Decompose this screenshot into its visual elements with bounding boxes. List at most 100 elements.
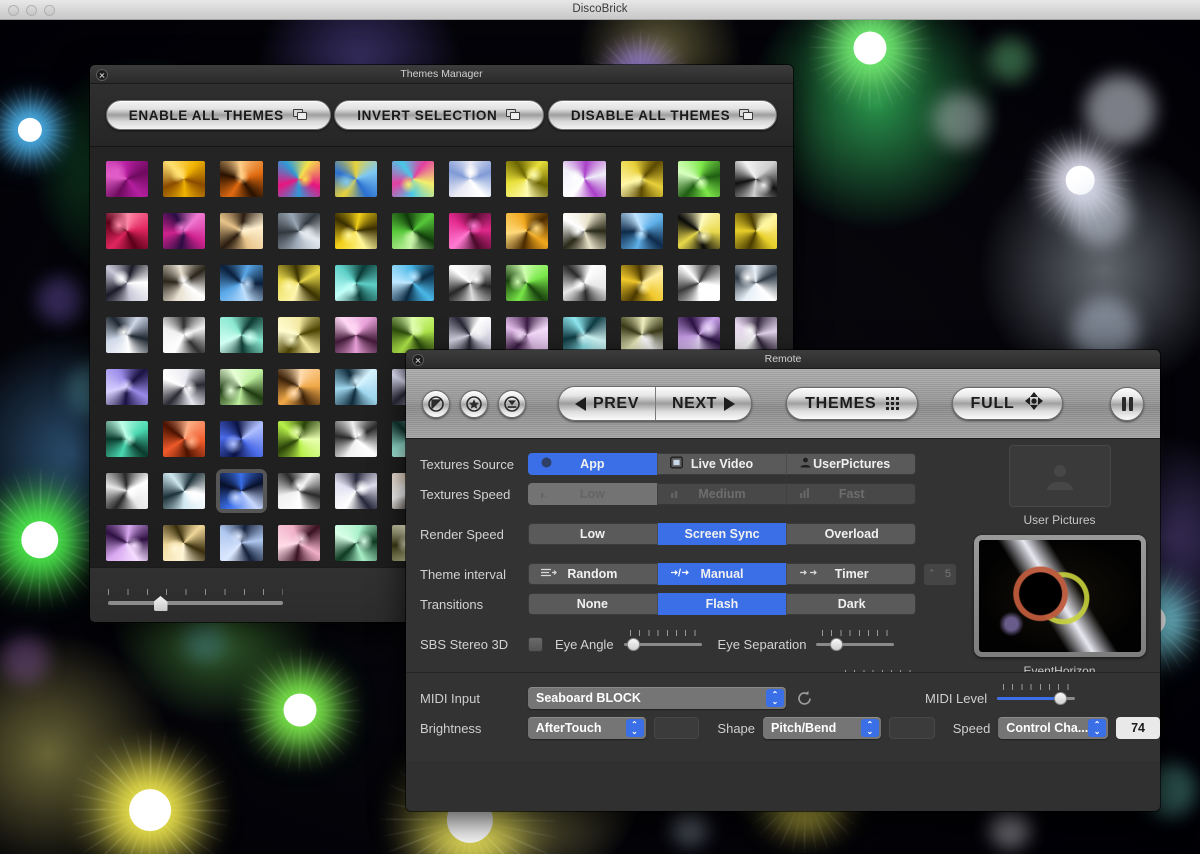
theme-thumbnail-cell[interactable] [102, 313, 152, 357]
theme-thumbnail-cell[interactable] [331, 261, 381, 305]
theme-thumbnail-cell[interactable] [159, 261, 209, 305]
theme-thumbnail-cell[interactable] [274, 313, 324, 357]
theme-thumbnail-cell[interactable] [674, 209, 724, 253]
theme-thumbnail-cell[interactable] [102, 209, 152, 253]
theme-thumbnail-cell[interactable] [674, 157, 724, 201]
slider-knob[interactable] [153, 596, 168, 611]
thumbnail-size-slider[interactable] [108, 589, 283, 612]
theme-thumbnail-cell[interactable] [617, 157, 667, 201]
prev-button[interactable]: PREV [559, 387, 655, 420]
theme-thumbnail-cell[interactable] [274, 365, 324, 409]
segment-medium[interactable]: Medium [658, 483, 788, 505]
eye-angle-slider[interactable] [623, 630, 702, 654]
theme-thumbnail-cell[interactable] [159, 417, 209, 461]
slider-knob[interactable] [1053, 692, 1067, 705]
slider-knob[interactable] [829, 638, 843, 651]
theme-thumbnail-cell[interactable] [388, 261, 438, 305]
theme-thumbnail-cell[interactable] [617, 209, 667, 253]
theme-thumbnail-cell[interactable] [331, 209, 381, 253]
theme-thumbnail-cell[interactable] [216, 521, 266, 565]
brightness-select[interactable]: AfterTouch ⌃ ⌄ [527, 717, 646, 739]
slider-knob[interactable] [626, 638, 640, 651]
theme-thumbnail-cell[interactable] [331, 469, 381, 513]
theme-thumbnail-cell[interactable] [559, 261, 609, 305]
midi-refresh-button[interactable] [796, 690, 813, 707]
enable-all-themes-button[interactable]: ENABLE ALL THEMES [105, 100, 331, 130]
shape-select[interactable]: Pitch/Bend ⌃ ⌄ [763, 717, 881, 739]
pause-button[interactable] [1110, 386, 1144, 421]
segment-random[interactable]: Random [528, 563, 658, 585]
segment-none[interactable]: None [528, 593, 658, 615]
full-screen-button[interactable]: FULL [951, 387, 1063, 420]
segment-screen-sync[interactable]: Screen Sync [657, 523, 788, 545]
theme-thumbnail-cell[interactable] [674, 261, 724, 305]
segment-render-low[interactable]: Low [528, 523, 658, 545]
theme-thumbnail-cell[interactable] [559, 157, 609, 201]
next-button[interactable]: NEXT [654, 387, 752, 420]
theme-thumbnail-cell[interactable] [274, 261, 324, 305]
theme-thumbnail-cell[interactable] [216, 209, 266, 253]
theme-thumbnail-cell[interactable] [216, 313, 266, 357]
theme-thumbnail-cell[interactable] [731, 209, 781, 253]
no-signal-icon[interactable] [422, 389, 450, 418]
theme-thumbnail-cell[interactable] [216, 469, 267, 513]
theme-thumbnail-cell[interactable] [159, 365, 209, 409]
theme-thumbnail-cell[interactable] [216, 365, 266, 409]
theme-thumbnail-cell[interactable] [502, 209, 552, 253]
segment-user-pictures[interactable]: UserPictures [787, 453, 916, 475]
invert-selection-button[interactable]: INVERT SELECTION [334, 100, 545, 130]
theme-thumbnail-cell[interactable] [274, 157, 324, 201]
theme-thumbnail-cell[interactable] [731, 261, 781, 305]
theme-thumbnail-cell[interactable] [159, 521, 209, 565]
theme-thumbnail-cell[interactable] [102, 521, 152, 565]
theme-thumbnail-cell[interactable] [274, 417, 324, 461]
disable-all-themes-button[interactable]: DISABLE ALL THEMES [547, 100, 778, 130]
theme-thumbnail-cell[interactable] [617, 261, 667, 305]
speed-select[interactable]: Control Cha... ⌃ ⌄ [998, 717, 1109, 739]
timer-interval-stepper[interactable]: 5 [924, 563, 956, 585]
theme-thumbnail-cell[interactable] [216, 417, 266, 461]
theme-thumbnail-cell[interactable] [159, 209, 209, 253]
theme-thumbnail-cell[interactable] [445, 261, 495, 305]
theme-thumbnail-cell[interactable] [102, 365, 152, 409]
theme-thumbnail-cell[interactable] [274, 209, 324, 253]
theme-thumbnail-cell[interactable] [102, 157, 152, 201]
eye-separation-slider[interactable] [816, 630, 895, 654]
current-theme-preview[interactable] [973, 535, 1146, 657]
segment-fast[interactable]: Fast [787, 483, 916, 505]
favorite-star-icon[interactable] [460, 389, 488, 418]
user-pictures-dropzone[interactable] [1008, 445, 1111, 507]
theme-thumbnail-cell[interactable] [102, 261, 152, 305]
theme-thumbnail-cell[interactable] [331, 157, 381, 201]
segment-timer[interactable]: Timer [787, 563, 916, 585]
theme-thumbnail-cell[interactable] [388, 157, 438, 201]
theme-thumbnail-cell[interactable] [331, 417, 381, 461]
theme-thumbnail-cell[interactable] [331, 365, 381, 409]
theme-thumbnail-cell[interactable] [216, 157, 266, 201]
segment-manual[interactable]: Manual [657, 563, 788, 585]
midi-level-slider[interactable] [997, 684, 1076, 708]
theme-thumbnail-cell[interactable] [274, 469, 324, 513]
theme-thumbnail-cell[interactable] [331, 313, 381, 357]
download-icon[interactable] [498, 389, 526, 418]
theme-thumbnail-cell[interactable] [502, 261, 552, 305]
themes-button[interactable]: THEMES [786, 387, 918, 420]
segment-flash[interactable]: Flash [657, 593, 788, 615]
theme-thumbnail-cell[interactable] [102, 469, 152, 513]
theme-thumbnail-cell[interactable] [159, 313, 209, 357]
theme-thumbnail-cell[interactable] [731, 157, 781, 201]
midi-input-select[interactable]: Seaboard BLOCK ⌃ ⌄ [528, 687, 786, 709]
theme-thumbnail-cell[interactable] [331, 521, 381, 565]
theme-thumbnail-cell[interactable] [159, 157, 209, 201]
theme-thumbnail-cell[interactable] [502, 157, 552, 201]
theme-thumbnail-cell[interactable] [216, 261, 266, 305]
sbs-stereo-checkbox[interactable] [528, 636, 543, 652]
theme-thumbnail-cell[interactable] [102, 417, 152, 461]
segment-app[interactable]: App [528, 453, 658, 475]
segment-low[interactable]: Low [528, 483, 658, 505]
segment-live-video[interactable]: Live Video [658, 453, 788, 475]
theme-thumbnail-cell[interactable] [274, 521, 324, 565]
theme-thumbnail-cell[interactable] [388, 209, 438, 253]
segment-dark[interactable]: Dark [787, 593, 916, 615]
theme-thumbnail-cell[interactable] [445, 209, 495, 253]
